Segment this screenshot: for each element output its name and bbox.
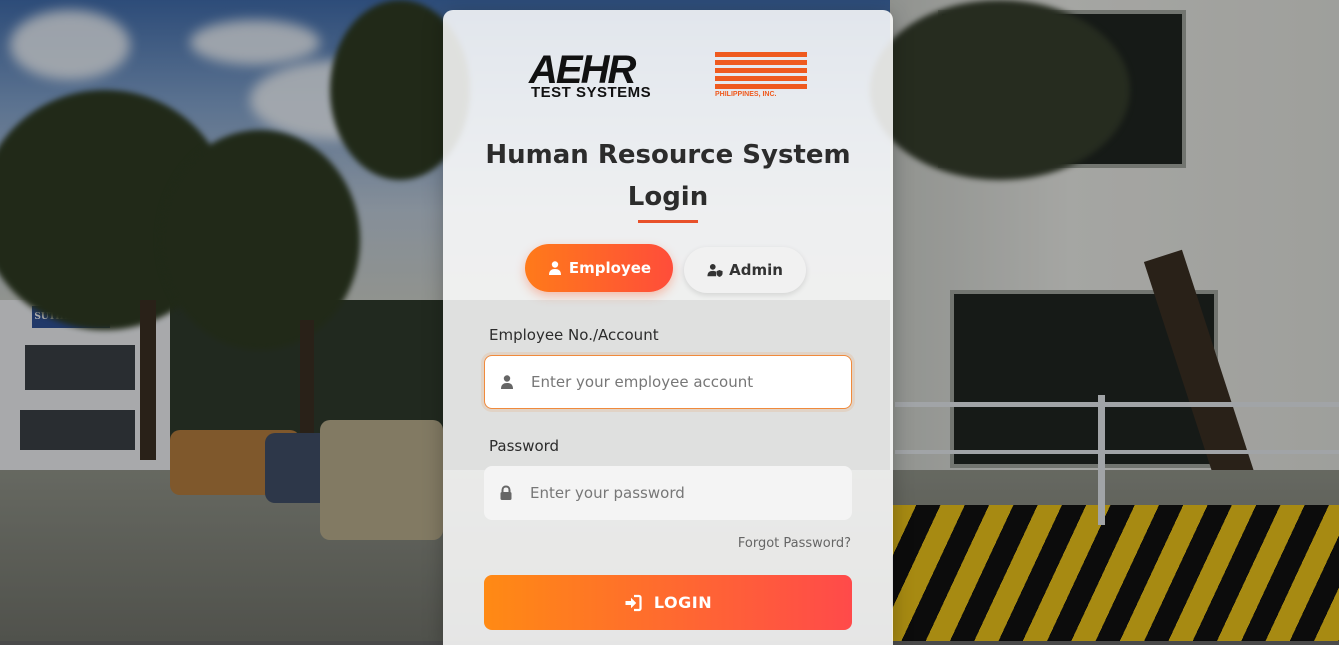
user-icon xyxy=(548,261,561,275)
lock-icon xyxy=(500,485,512,500)
title-underline xyxy=(638,220,698,223)
logo-subtitle: PHILIPPINES, INC. xyxy=(715,91,777,98)
page-title: Human Resource System Login xyxy=(443,134,893,218)
logo-tagline: TEST SYSTEMS xyxy=(531,84,652,101)
title-line-1: Human Resource System xyxy=(485,140,851,170)
employee-role-button[interactable]: Employee xyxy=(525,244,673,292)
account-field xyxy=(484,355,852,409)
login-button-label: LOGIN xyxy=(653,593,713,612)
title-line-2: Login xyxy=(627,182,709,212)
user-icon xyxy=(501,375,513,389)
sign-in-icon xyxy=(625,594,642,611)
company-logo: AEHR TEST SYSTEMS PHILIPPINES, INC. xyxy=(529,50,809,104)
logo-stripes xyxy=(715,52,807,90)
password-field xyxy=(484,465,852,521)
forgot-password-link[interactable]: Forgot Password? xyxy=(738,536,851,551)
user-shield-icon xyxy=(707,264,723,277)
login-button[interactable]: LOGIN xyxy=(484,575,852,630)
employee-account-input[interactable] xyxy=(529,355,851,409)
employee-role-label: Employee xyxy=(568,259,652,277)
admin-role-label: Admin xyxy=(729,261,783,279)
account-label: Employee No./Account xyxy=(489,326,659,344)
login-card: AEHR TEST SYSTEMS PHILIPPINES, INC. Huma… xyxy=(443,10,893,645)
admin-role-button[interactable]: Admin xyxy=(684,247,806,293)
password-input[interactable] xyxy=(528,465,852,521)
password-label: Password xyxy=(489,437,560,455)
